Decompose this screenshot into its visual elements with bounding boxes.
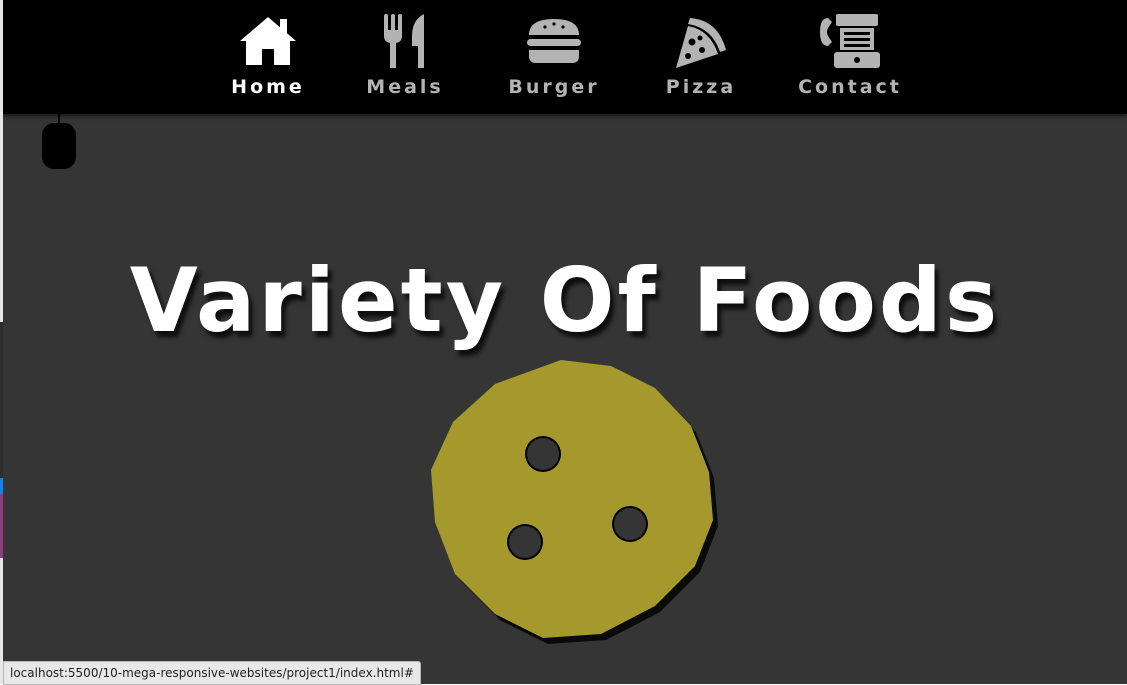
fork-knife-icon [373,10,437,72]
fax-phone-icon [818,10,882,72]
nav-label-burger: Burger [508,76,600,98]
nav-label-meals: Meals [366,76,444,98]
top-navbar: Home Meals Burger Pizza Contact [3,0,1127,114]
pizza-slice-icon [669,10,733,72]
nav-item-contact[interactable]: Contact [795,10,905,98]
mouse-icon [41,114,77,172]
hero-title: Variety Of Foods [129,248,1001,352]
nav-item-home[interactable]: Home [228,10,308,98]
nav-label-pizza: Pizza [665,76,737,98]
nav-item-meals[interactable]: Meals [365,10,445,98]
nav-item-burger[interactable]: Burger [506,10,602,98]
cookie-icon [423,352,719,648]
nav-item-pizza[interactable]: Pizza [661,10,741,98]
status-bar-url: localhost:5500/10-mega-responsive-websit… [3,661,421,685]
house-icon [236,10,300,72]
nav-label-home: Home [231,76,305,98]
burger-icon [522,10,586,72]
nav-label-contact: Contact [798,76,902,98]
page-viewport: Home Meals Burger Pizza Contact Variety … [3,0,1127,684]
